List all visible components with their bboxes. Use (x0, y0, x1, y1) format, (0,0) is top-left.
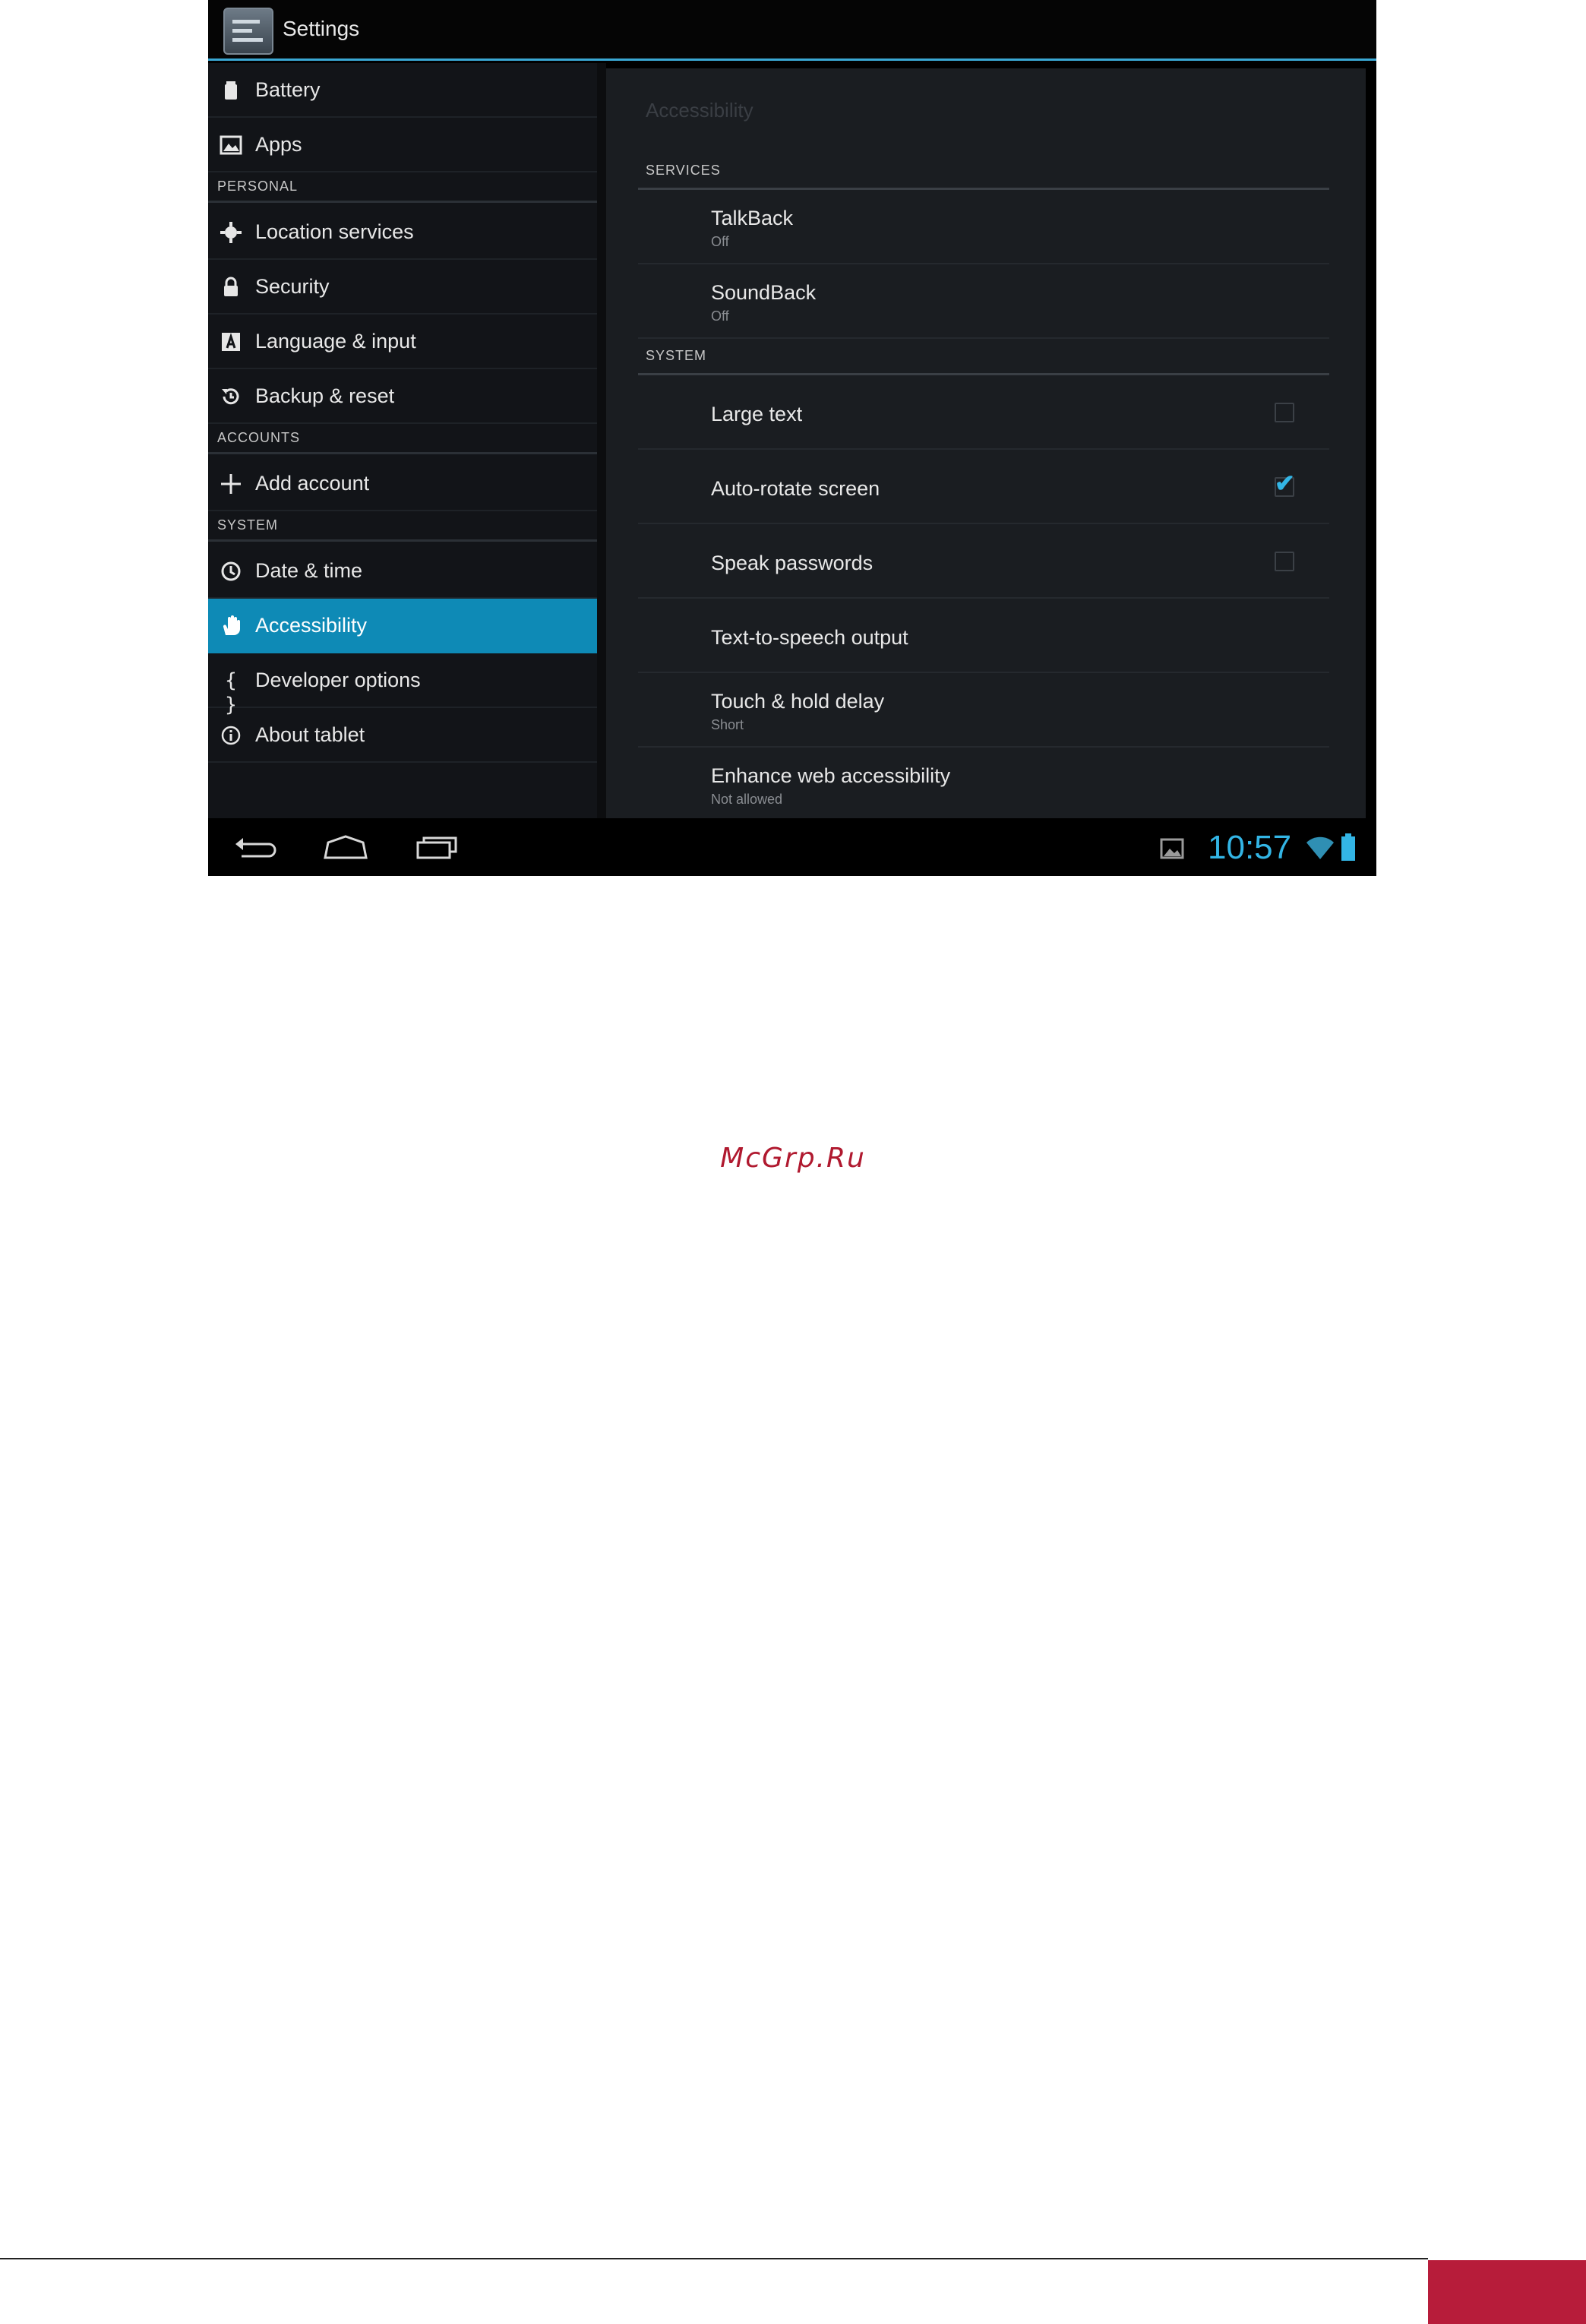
braces-icon: { } (225, 669, 237, 716)
page-corner-tab (1428, 2260, 1586, 2324)
sidebar-item-label: Battery (255, 78, 321, 101)
sidebar-item-label: Accessibility (255, 614, 368, 637)
pref-title: Speak passwords (711, 552, 874, 574)
recent-apps-icon[interactable] (412, 829, 462, 865)
sidebar-item-location-services[interactable]: Location services (208, 205, 597, 260)
pref-summary: Not allowed (711, 792, 783, 807)
pane-divider (597, 63, 606, 818)
sidebar-item-add-account[interactable]: Add account (208, 457, 597, 511)
pref-large-text[interactable]: Large text (638, 375, 1329, 450)
app-title: Settings (283, 17, 360, 40)
auto-rotate-checkbox[interactable]: ✔ (1275, 471, 1295, 497)
lock-icon (219, 275, 243, 299)
sidebar-item-label: Date & time (255, 559, 363, 582)
pref-title: SoundBack (711, 281, 817, 304)
settings-sidebar: Battery Apps PERSONAL Location services … (208, 63, 597, 818)
pref-title: Enhance web accessibility (711, 764, 951, 787)
pref-title: Auto-rotate screen (711, 477, 880, 500)
section-header-label: SYSTEM (646, 348, 707, 363)
pref-summary: Off (711, 308, 729, 324)
sidebar-item-language-input[interactable]: Language & input (208, 315, 597, 369)
sidebar-header-personal: PERSONAL (208, 172, 597, 203)
home-icon[interactable] (321, 829, 371, 865)
pref-title: Text-to-speech output (711, 626, 908, 649)
detail-title: Accessibility (646, 99, 754, 122)
sidebar-item-label: Location services (255, 220, 414, 243)
large-text-checkbox[interactable] (1275, 403, 1294, 422)
section-header-system: SYSTEM (638, 339, 1329, 375)
pref-text-to-speech[interactable]: Text-to-speech output (638, 599, 1329, 673)
sidebar-header-system: SYSTEM (208, 511, 597, 542)
pref-title: TalkBack (711, 207, 794, 229)
back-icon[interactable] (231, 829, 281, 865)
sidebar-item-apps[interactable]: Apps (208, 118, 597, 172)
keyboard-icon (219, 330, 243, 354)
battery-status-icon (1340, 833, 1357, 862)
sidebar-item-backup-reset[interactable]: Backup & reset (208, 369, 597, 424)
action-bar: Settings (208, 0, 1376, 61)
sidebar-item-label: Developer options (255, 669, 421, 691)
sidebar-item-label: Language & input (255, 330, 416, 353)
pref-speak-passwords[interactable]: Speak passwords (638, 524, 1329, 599)
pref-auto-rotate[interactable]: Auto-rotate screen ✔ (638, 450, 1329, 524)
location-icon (219, 220, 243, 245)
watermark-text: McGrp.Ru (720, 1143, 866, 1174)
pref-summary: Off (711, 234, 729, 249)
sidebar-item-about-tablet[interactable]: About tablet (208, 708, 597, 763)
sidebar-item-label: Security (255, 275, 330, 298)
pref-summary: Short (711, 717, 744, 732)
section-header-label: PERSONAL (217, 179, 299, 194)
sidebar-header-accounts: ACCOUNTS (208, 424, 597, 454)
status-clock: 10:57 (1208, 829, 1292, 866)
sidebar-item-accessibility[interactable]: Accessibility (208, 599, 597, 653)
sidebar-item-date-time[interactable]: Date & time (208, 544, 597, 599)
section-header-label: ACCOUNTS (217, 430, 301, 445)
pref-soundback[interactable]: SoundBack Off (638, 264, 1329, 339)
gallery-notification-icon (1159, 836, 1185, 861)
battery-icon (219, 78, 243, 103)
speak-passwords-checkbox[interactable] (1275, 552, 1294, 571)
footer-rule (0, 2258, 1428, 2259)
section-header-services: SERVICES (638, 153, 1329, 190)
pref-title: Touch & hold delay (711, 690, 885, 713)
clock-icon (219, 559, 243, 583)
checkmark-icon: ✔ (1275, 470, 1295, 497)
sidebar-item-label: Backup & reset (255, 384, 395, 407)
pref-talkback[interactable]: TalkBack Off (638, 190, 1329, 264)
section-header-label: SERVICES (646, 163, 721, 178)
apps-icon (219, 133, 243, 157)
pref-touch-hold-delay[interactable]: Touch & hold delay Short (638, 673, 1329, 748)
pref-title: Large text (711, 403, 803, 425)
info-icon (219, 723, 243, 748)
backup-icon (219, 384, 243, 409)
plus-icon (219, 472, 243, 496)
sidebar-item-battery[interactable]: Battery (208, 63, 597, 118)
accessibility-detail-pane: Accessibility SERVICES TalkBack Off Soun… (606, 68, 1366, 818)
tablet-screenshot: Settings Battery Apps PERSONAL Location … (208, 0, 1376, 876)
pref-enhance-web-accessibility[interactable]: Enhance web accessibility Not allowed (638, 748, 1329, 822)
sidebar-item-developer-options[interactable]: { } Developer options (208, 653, 597, 716)
settings-app-icon[interactable] (223, 8, 273, 55)
section-header-label: SYSTEM (217, 517, 279, 533)
system-bar: 10:57 (208, 818, 1376, 876)
hand-icon (219, 614, 243, 638)
sidebar-item-label: About tablet (255, 723, 365, 746)
sidebar-item-security[interactable]: Security (208, 260, 597, 315)
wifi-icon (1305, 835, 1335, 861)
sidebar-item-label: Apps (255, 133, 302, 156)
sidebar-item-label: Add account (255, 472, 370, 495)
